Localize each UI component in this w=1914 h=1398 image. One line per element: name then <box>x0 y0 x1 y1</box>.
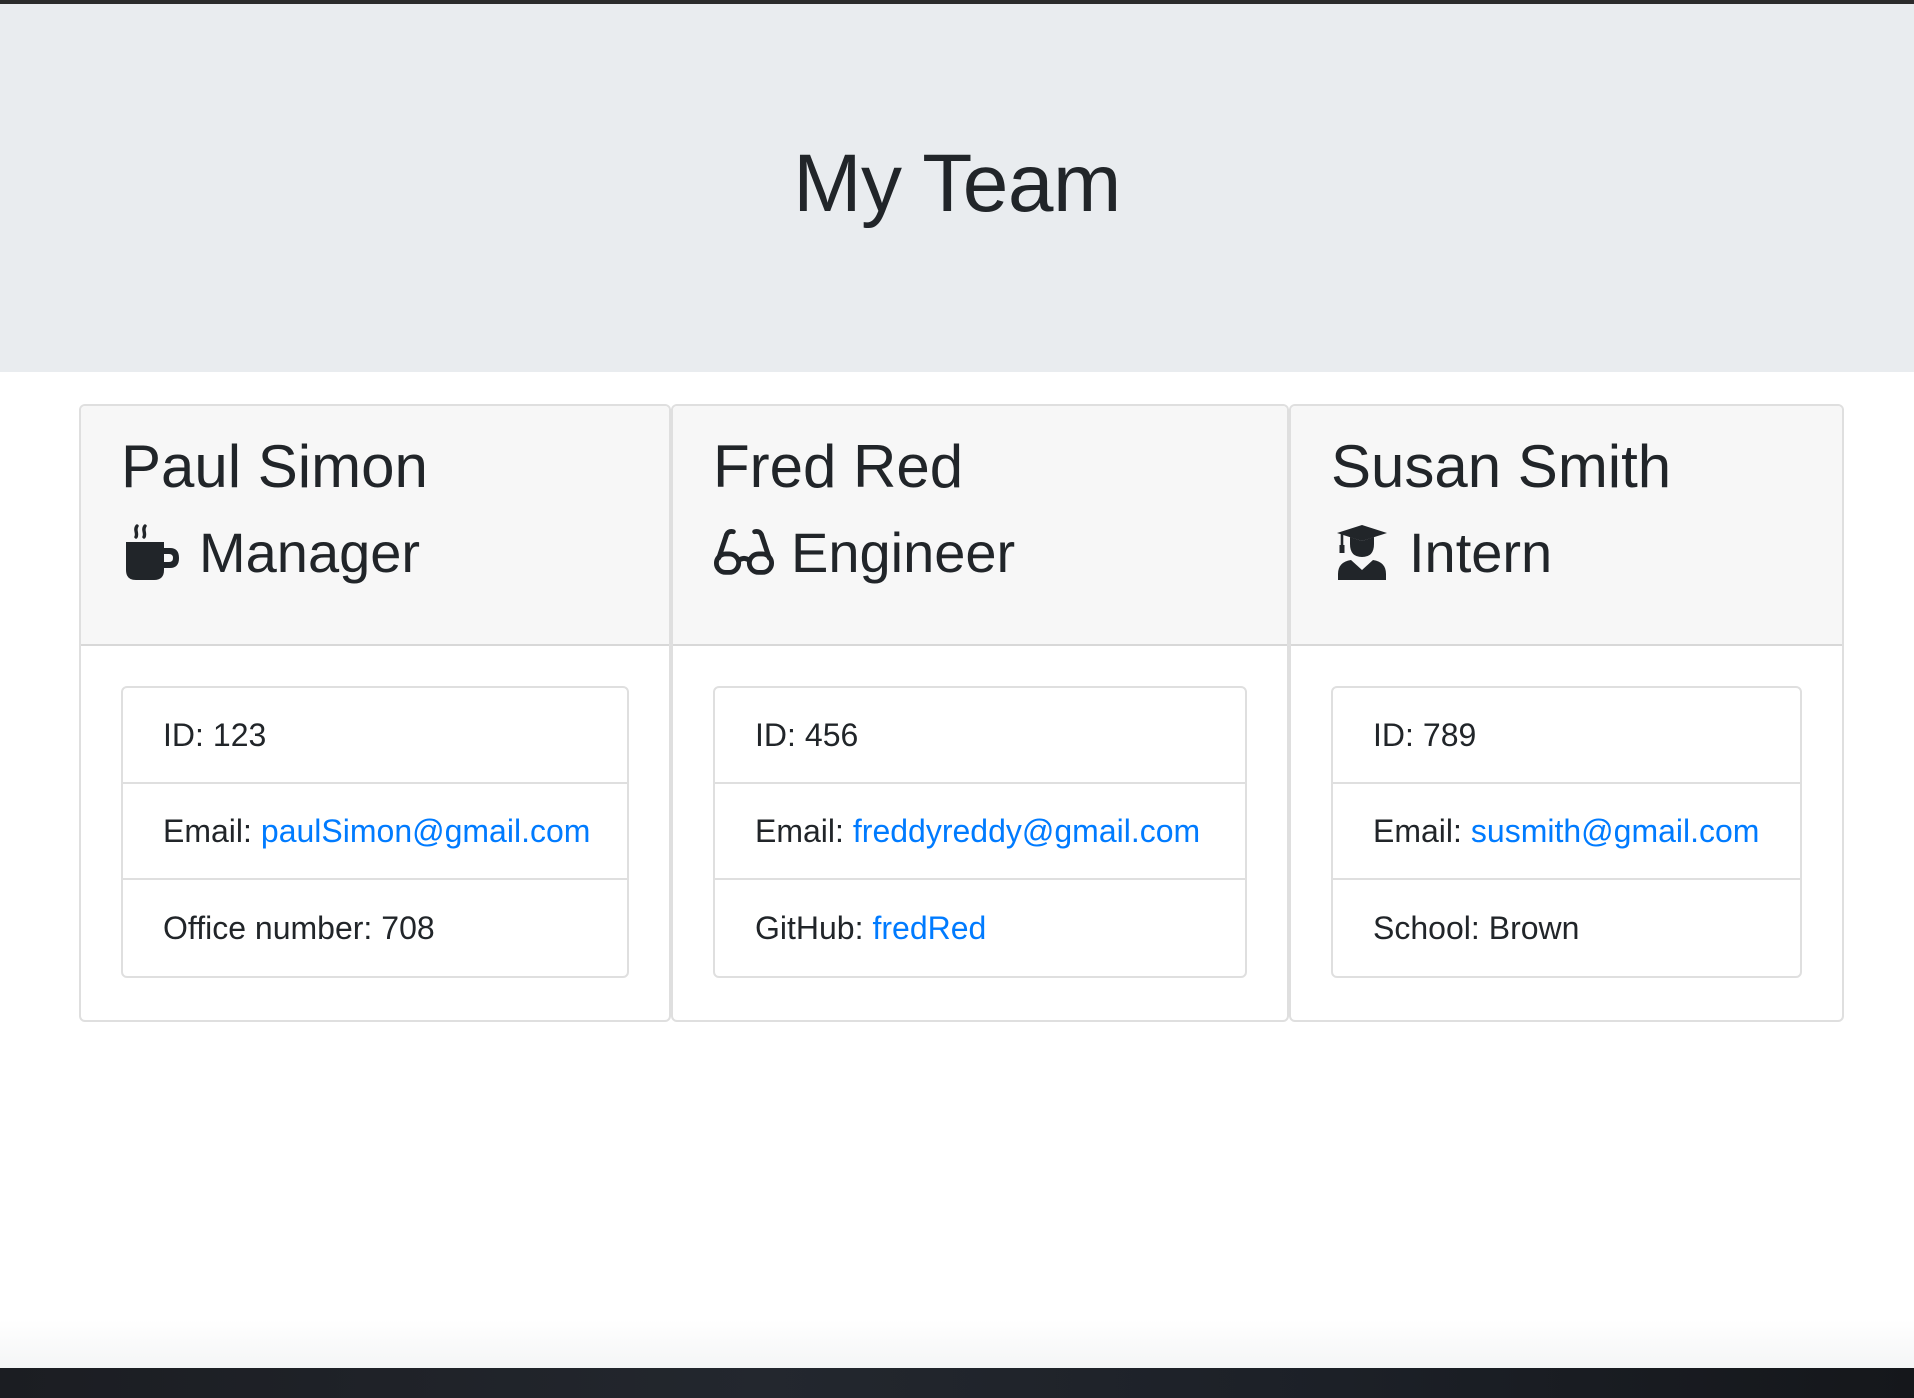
id-value: 123 <box>212 716 267 753</box>
list-item-email: Email: paulSimon@gmail.com <box>123 784 627 880</box>
list-item-school: School: Brown <box>1333 880 1800 976</box>
list-item-github: GitHub: fredRed <box>715 880 1245 976</box>
glasses-icon <box>713 522 775 584</box>
id-value: 789 <box>1422 716 1477 753</box>
page-title: My Team <box>793 138 1121 229</box>
employee-role: Manager <box>121 522 669 584</box>
github-label: GitHub: <box>755 909 864 946</box>
list-item-email: Email: susmith@gmail.com <box>1333 784 1800 880</box>
email-label: Email: <box>163 812 252 849</box>
card-header: Susan Smith Intern <box>1291 406 1842 646</box>
page-header: My Team <box>0 4 1914 372</box>
list-item-office-number: Office number: 708 <box>123 880 627 976</box>
role-label: Intern <box>1409 521 1553 585</box>
email-link[interactable]: susmith@gmail.com <box>1471 813 1760 850</box>
office-number-label: Office number: <box>163 909 373 946</box>
employee-card-engineer: Fred Red Engineer ID: 456 Email: freddyr… <box>671 404 1289 1022</box>
card-body: ID: 456 Email: freddyreddy@gmail.com Git… <box>673 646 1287 978</box>
school-label: School: <box>1373 909 1480 946</box>
employee-name: Paul Simon <box>121 433 428 500</box>
email-label: Email: <box>1373 812 1462 849</box>
email-label: Email: <box>755 812 844 849</box>
list-item-email: Email: freddyreddy@gmail.com <box>715 784 1245 880</box>
email-link[interactable]: paulSimon@gmail.com <box>261 813 591 850</box>
id-label: ID: <box>1373 716 1414 753</box>
id-label: ID: <box>755 716 796 753</box>
employee-card-manager: Paul Simon Manager ID: 123 Email: paulSi… <box>79 404 671 1022</box>
id-label: ID: <box>163 716 204 753</box>
school-value: Brown <box>1488 909 1580 946</box>
employee-role: Engineer <box>713 522 1287 584</box>
employee-details-list: ID: 456 Email: freddyreddy@gmail.com Git… <box>713 686 1247 978</box>
github-link[interactable]: fredRed <box>872 910 986 947</box>
id-value: 456 <box>804 716 859 753</box>
list-item-id: ID: 789 <box>1333 688 1800 784</box>
list-item-id: ID: 456 <box>715 688 1245 784</box>
graduate-icon <box>1331 522 1393 584</box>
employee-card-intern: Susan Smith Intern ID: 789 Email: susmit… <box>1289 404 1844 1022</box>
employee-role: Intern <box>1331 522 1842 584</box>
employee-details-list: ID: 789 Email: susmith@gmail.com School:… <box>1331 686 1802 978</box>
email-link[interactable]: freddyreddy@gmail.com <box>853 813 1200 850</box>
employee-name: Susan Smith <box>1331 433 1672 500</box>
office-number-value: 708 <box>381 909 435 946</box>
employee-details-list: ID: 123 Email: paulSimon@gmail.com Offic… <box>121 686 629 978</box>
role-label: Engineer <box>791 521 1016 585</box>
card-header: Fred Red Engineer <box>673 406 1287 646</box>
role-label: Manager <box>199 521 421 585</box>
card-body: ID: 123 Email: paulSimon@gmail.com Offic… <box>81 646 669 978</box>
page-bottom-fade <box>0 1320 1914 1368</box>
coffee-mug-icon <box>121 522 183 584</box>
employee-name: Fred Red <box>713 433 964 500</box>
card-header: Paul Simon Manager <box>81 406 669 646</box>
desktop-background-strip <box>0 1368 1914 1398</box>
list-item-id: ID: 123 <box>123 688 627 784</box>
card-body: ID: 789 Email: susmith@gmail.com School:… <box>1291 646 1842 978</box>
